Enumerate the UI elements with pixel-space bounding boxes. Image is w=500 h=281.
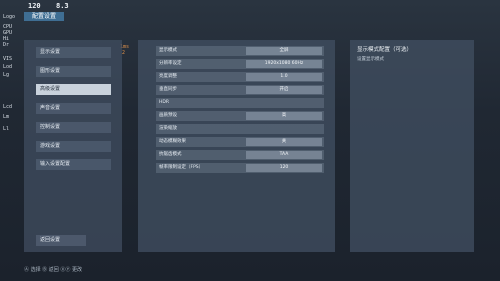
page-title: 配置设置 [24, 12, 64, 21]
info-panel [350, 40, 474, 252]
debug-line: Ll [3, 126, 10, 132]
setting-label: 亮度调整 [159, 74, 177, 79]
setting-label: 帧率限制设定（FPS） [159, 165, 204, 170]
setting-label: 渲染缩放 [159, 126, 177, 131]
debug-line: Logo [3, 14, 16, 20]
setting-label: HDR [159, 100, 169, 105]
back-button[interactable]: 返回设置 [36, 235, 86, 246]
sidebar-item-controls[interactable]: 控制设置 [36, 122, 111, 133]
setting-row[interactable]: 亮度调整 1.0 [156, 72, 324, 82]
debug-fps-mini: 2 [122, 50, 126, 56]
sidebar-item-sound[interactable]: 声音设置 [36, 103, 111, 114]
setting-row[interactable]: 帧率限制设定（FPS） 120 [156, 163, 324, 173]
setting-row[interactable]: 分辨率设定 1920x1080 60Hz [156, 59, 324, 69]
setting-label: 分辨率设定 [159, 61, 182, 66]
setting-label: 显示模式 [159, 48, 177, 53]
setting-label: 抗锯齿模式 [159, 152, 182, 157]
setting-value[interactable]: 高 [246, 112, 322, 120]
button-hints: Ⓐ 选择 Ⓑ 返回 ⓍⓎ 更改 [24, 267, 82, 273]
setting-row[interactable]: 垂直同步 开启 [156, 85, 324, 95]
setting-label: 画质预设 [159, 113, 177, 118]
setting-value[interactable]: 关 [246, 138, 322, 146]
debug-line: VIS [3, 56, 13, 62]
frame-time-readout: 8.3 [56, 2, 69, 10]
sidebar-item-advanced[interactable]: 高级设置 [36, 84, 111, 95]
setting-label: 动态模糊效果 [159, 139, 186, 144]
debug-line: Dr [3, 42, 10, 48]
sidebar-item-gameplay[interactable]: 游戏设置 [36, 141, 111, 152]
debug-line: Lcd [3, 104, 13, 110]
sidebar-item-input[interactable]: 输入设置配置 [36, 159, 111, 170]
fps-readout: 120 [28, 2, 41, 10]
setting-row[interactable]: HDR [156, 98, 324, 108]
setting-value[interactable]: 开启 [246, 86, 322, 94]
sidebar-item-display[interactable]: 显示设置 [36, 47, 111, 58]
setting-value[interactable]: TAA [246, 151, 322, 159]
setting-row[interactable]: 画质预设 高 [156, 111, 324, 121]
sidebar-item-graphics[interactable]: 图形设置 [36, 66, 111, 77]
setting-value[interactable]: 1.0 [246, 73, 322, 81]
debug-line: Lg [3, 72, 10, 78]
setting-row[interactable]: 显示模式 全屏 [156, 46, 324, 56]
info-description: 设置显示模式 [357, 57, 384, 62]
setting-value[interactable]: 1920x1080 60Hz [246, 60, 322, 68]
debug-line: Lm [3, 114, 10, 120]
setting-label: 垂直同步 [159, 87, 177, 92]
setting-value[interactable]: 120 [246, 164, 322, 172]
setting-row[interactable]: 抗锯齿模式 TAA [156, 150, 324, 160]
setting-row[interactable]: 动态模糊效果 关 [156, 137, 324, 147]
info-title: 显示模式配置（可选） [357, 47, 413, 53]
setting-row[interactable]: 渲染缩放 [156, 124, 324, 134]
setting-value[interactable]: 全屏 [246, 47, 322, 55]
debug-line: Lod [3, 64, 13, 70]
